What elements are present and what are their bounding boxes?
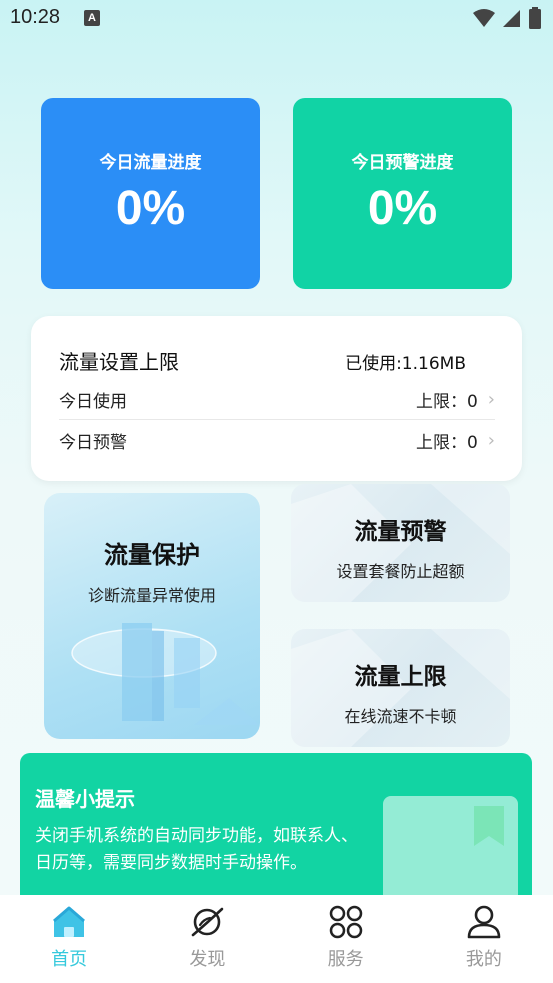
nav-item-mine[interactable]: 我的 bbox=[415, 895, 553, 983]
limit-subtitle: 在线流速不卡顿 bbox=[344, 707, 457, 726]
chevron-right-icon: › bbox=[487, 389, 495, 410]
limit-title: 流量上限 bbox=[354, 664, 447, 690]
user-icon bbox=[467, 905, 501, 939]
protection-subtitle: 诊断流量异常使用 bbox=[87, 586, 216, 605]
bottom-navigation: 首页 发现 服务 我的 bbox=[0, 895, 553, 983]
warning-title: 流量预警 bbox=[354, 519, 447, 545]
today-warning-row[interactable]: 今日预警 上限：0 › bbox=[59, 420, 495, 460]
planet-icon bbox=[192, 907, 224, 937]
traffic-progress-value: 0% bbox=[115, 182, 186, 235]
tips-text: 关闭手机系统的自动同步功能，如联系人、日历等，需要同步数据时手动操作。 bbox=[35, 826, 358, 873]
today-usage-limit: 上限：0 bbox=[415, 392, 478, 412]
limit-panel-title: 流量设置上限 bbox=[59, 350, 179, 374]
warning-subtitle: 设置套餐防止超额 bbox=[336, 562, 465, 581]
traffic-progress-card[interactable]: 今日流量进度 0% bbox=[41, 98, 260, 289]
warning-progress-value: 0% bbox=[367, 182, 438, 235]
traffic-protection-tile[interactable]: 流量保护 诊断流量异常使用 bbox=[44, 493, 260, 739]
battery-icon bbox=[529, 7, 541, 29]
used-amount: 已使用:1.16MB bbox=[345, 354, 466, 374]
limit-settings-panel: 流量设置上限 已使用:1.16MB 今日使用 上限：0 › 今日预警 上限：0 … bbox=[31, 316, 522, 481]
nav-label-home: 首页 bbox=[51, 949, 88, 970]
nav-label-discover: 发现 bbox=[189, 949, 226, 970]
notification-icon: A bbox=[84, 10, 100, 26]
nav-item-discover[interactable]: 发现 bbox=[138, 895, 276, 983]
home-icon bbox=[53, 906, 86, 937]
protection-illustration bbox=[71, 623, 259, 725]
warning-progress-card[interactable]: 今日预警进度 0% bbox=[293, 98, 512, 289]
nav-label-mine: 我的 bbox=[465, 949, 502, 970]
nav-item-home[interactable]: 首页 bbox=[0, 895, 138, 983]
wifi-icon bbox=[473, 9, 495, 27]
traffic-limit-tile[interactable]: 流量上限 在线流速不卡顿 bbox=[291, 629, 510, 747]
nav-label-services: 服务 bbox=[327, 949, 364, 970]
status-icons bbox=[473, 7, 541, 29]
today-usage-label: 今日使用 bbox=[59, 392, 127, 412]
today-warning-limit: 上限：0 bbox=[415, 432, 478, 453]
tips-title: 温馨小提示 bbox=[35, 787, 135, 811]
chevron-right-icon: › bbox=[487, 429, 495, 451]
warning-progress-title: 今日预警进度 bbox=[351, 153, 454, 173]
today-warning-label: 今日预警 bbox=[59, 432, 127, 453]
nav-item-services[interactable]: 服务 bbox=[277, 895, 415, 983]
signal-icon bbox=[503, 10, 520, 27]
traffic-warning-tile[interactable]: 流量预警 设置套餐防止超额 bbox=[291, 484, 510, 602]
traffic-progress-title: 今日流量进度 bbox=[99, 153, 202, 173]
status-bar: 10:28 A bbox=[0, 0, 553, 38]
grid-icon bbox=[329, 905, 362, 939]
status-time: 10:28 bbox=[10, 6, 61, 28]
protection-title: 流量保护 bbox=[104, 541, 200, 569]
tips-card: 温馨小提示 关闭手机系统的自动同步功能，如联系人、日历等，需要同步数据时手动操作… bbox=[20, 753, 532, 913]
today-usage-row[interactable]: 今日使用 上限：0 › bbox=[59, 380, 495, 420]
